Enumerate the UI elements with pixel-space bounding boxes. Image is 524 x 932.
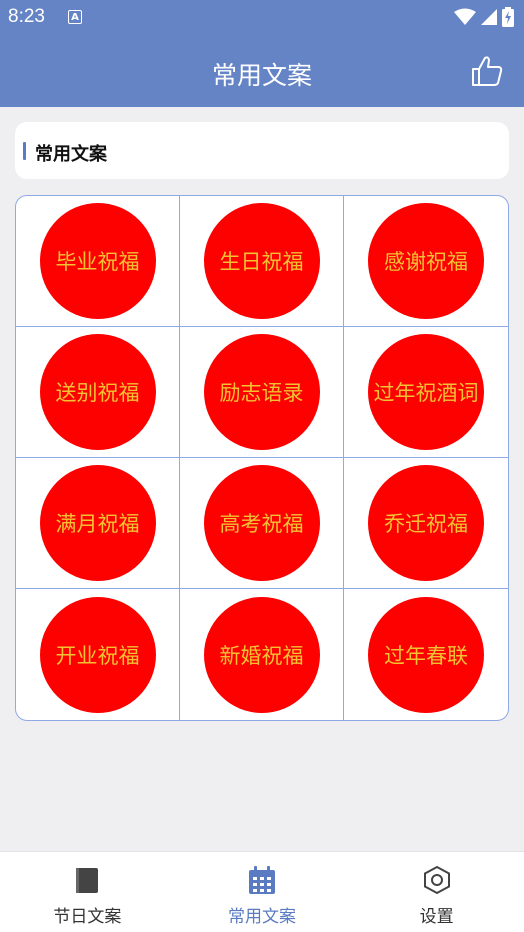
- grid-cell[interactable]: 满月祝福: [16, 458, 180, 589]
- section-accent-bar: [23, 142, 26, 160]
- grid-cell[interactable]: 新婚祝福: [180, 589, 344, 720]
- grid-cell[interactable]: 过年春联: [344, 589, 508, 720]
- category-label: 生日祝福: [219, 250, 304, 274]
- category-circle-button[interactable]: 励志语录: [203, 334, 320, 450]
- hexagon-nut-icon: [423, 865, 450, 895]
- grid-cell[interactable]: 开业祝福: [16, 589, 180, 720]
- signal-icon: [481, 9, 497, 25]
- grid-cell[interactable]: 送别祝福: [16, 327, 180, 458]
- category-label: 过年春联: [384, 643, 468, 668]
- calendar-icon: [249, 866, 275, 894]
- page-title: 常用文案: [211, 61, 312, 90]
- category-label: 满月祝福: [55, 512, 140, 536]
- category-circle-button[interactable]: 生日祝福: [203, 203, 320, 319]
- category-circle-button[interactable]: 高考祝福: [203, 465, 320, 581]
- category-grid: 毕业祝福 生日祝福 感谢祝福送别祝福 励志语录 过年祝酒词满月祝福 高考祝福 乔迁祝福开业祝…: [15, 195, 509, 721]
- nav-label: 常用文案: [228, 907, 296, 927]
- battery-icon: [502, 7, 514, 27]
- bottom-nav: 节日文案 常用文案 设置: [0, 851, 524, 932]
- category-circle-button[interactable]: 乔迁祝福: [368, 465, 484, 581]
- category-label: 新婚祝福: [219, 643, 304, 668]
- category-circle-button[interactable]: 感谢祝福: [368, 203, 484, 319]
- category-label: 开业祝福: [55, 643, 140, 668]
- notification-a-icon: A: [68, 10, 82, 24]
- grid-cell[interactable]: 过年祝酒词: [344, 327, 508, 458]
- book-icon: [76, 868, 99, 893]
- category-label: 励志语录: [219, 381, 304, 405]
- category-circle-button[interactable]: 开业祝福: [39, 596, 156, 713]
- grid-cell[interactable]: 乔迁祝福: [344, 458, 508, 589]
- nav-label: 节日文案: [53, 907, 122, 927]
- category-label: 感谢祝福: [384, 250, 468, 274]
- app-bar: 常用文案: [0, 36, 524, 107]
- thumbs-up-icon[interactable]: [470, 54, 504, 88]
- nav-item-settings[interactable]: 设置: [349, 852, 524, 932]
- grid-cell[interactable]: 高考祝福: [180, 458, 344, 589]
- category-label: 过年祝酒词: [373, 381, 479, 405]
- nav-item-festival-copy[interactable]: 节日文案: [0, 852, 175, 932]
- status-bar: 8:23 A: [0, 0, 524, 36]
- category-circle-button[interactable]: 毕业祝福: [39, 203, 156, 319]
- category-circle-button[interactable]: 过年春联: [368, 596, 484, 713]
- category-label: 乔迁祝福: [384, 512, 468, 536]
- grid-cell[interactable]: 励志语录: [180, 327, 344, 458]
- section-title: 常用文案: [35, 144, 107, 165]
- category-circle-button[interactable]: 满月祝福: [39, 465, 156, 581]
- wifi-icon: [454, 8, 476, 25]
- category-label: 毕业祝福: [55, 250, 140, 274]
- category-circle-button[interactable]: 送别祝福: [39, 334, 156, 450]
- category-circle-button[interactable]: 新婚祝福: [203, 596, 320, 713]
- status-time: 8:23: [8, 6, 45, 27]
- grid-cell[interactable]: 生日祝福: [180, 196, 344, 327]
- category-label: 送别祝福: [55, 381, 140, 405]
- category-circle-button[interactable]: 过年祝酒词: [368, 334, 484, 450]
- nav-label: 设置: [419, 907, 454, 927]
- category-label: 高考祝福: [219, 512, 304, 536]
- section-header-card: 常用文案: [15, 122, 509, 179]
- grid-cell[interactable]: 感谢祝福: [344, 196, 508, 327]
- nav-item-common-copy[interactable]: 常用文案: [175, 852, 350, 932]
- status-icons: [454, 7, 514, 27]
- grid-cell[interactable]: 毕业祝福: [16, 196, 180, 327]
